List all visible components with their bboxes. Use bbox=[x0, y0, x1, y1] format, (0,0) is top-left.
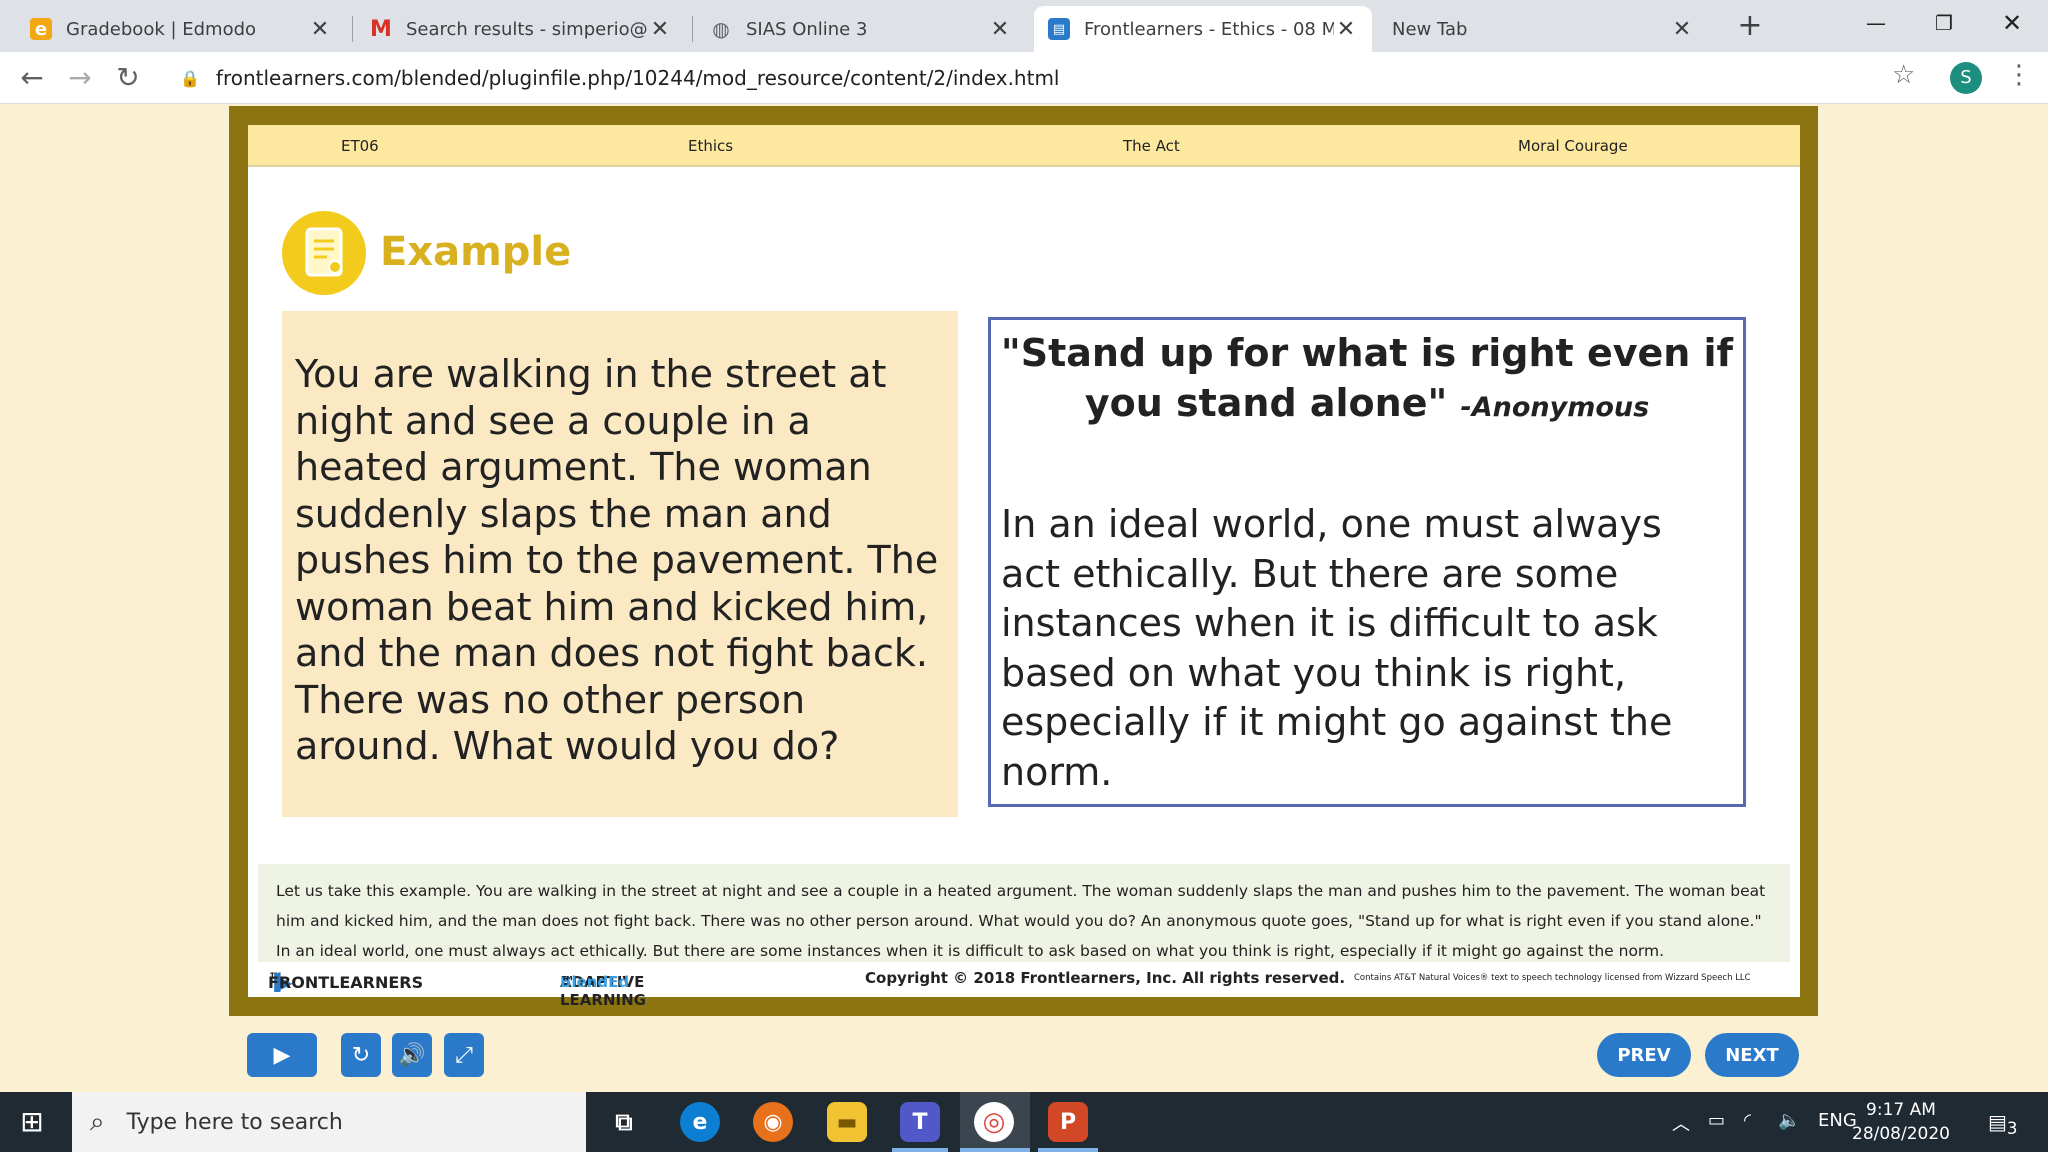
nav-course-code: ET06 bbox=[341, 137, 379, 155]
chrome-icon[interactable]: ◎ bbox=[974, 1102, 1014, 1142]
back-arrow-icon[interactable]: ← bbox=[12, 58, 52, 98]
player-controls: ▶ ↻ 🔊 ⤢ PREV NEXT bbox=[247, 1033, 1799, 1077]
speaker-icon: 🔊 bbox=[398, 1042, 426, 1068]
narration-transcript: Let us take this example. You are walkin… bbox=[258, 864, 1790, 962]
taskbar-search[interactable]: ⌕ Type here to search bbox=[72, 1092, 586, 1152]
browser-tab-strip: e Gradebook | Edmodo ✕ M Search results … bbox=[0, 0, 2048, 52]
address-bar[interactable]: 🔒 frontlearners.com/blended/pluginfile.p… bbox=[180, 58, 1940, 98]
task-view-icon[interactable]: ⧉ bbox=[604, 1102, 644, 1142]
document-icon bbox=[282, 211, 366, 295]
edge-icon[interactable]: e bbox=[680, 1102, 720, 1142]
lesson-footer: ▐▶ FRONTLEARNERS ™ ADAPTIVE BlendEd ™ LEARN… bbox=[268, 969, 1751, 1009]
close-icon[interactable]: ✕ bbox=[308, 17, 332, 42]
footer-notice: Contains AT&T Natural Voices® text to sp… bbox=[1354, 973, 1751, 983]
nav-subject: Ethics bbox=[688, 137, 734, 155]
lesson-slide: ET06 Ethics The Act Moral Courage Exampl… bbox=[248, 125, 1800, 1009]
scenario-box: You are walking in the street at night a… bbox=[282, 311, 958, 817]
gmail-icon: M bbox=[370, 16, 392, 42]
close-icon[interactable]: ✕ bbox=[648, 17, 672, 42]
volume-icon[interactable]: 🔈 bbox=[1778, 1110, 1800, 1131]
powerpoint-icon[interactable]: P bbox=[1048, 1102, 1088, 1142]
restore-icon[interactable]: ❐ bbox=[1914, 0, 1974, 46]
browser-toolbar: ← → ↻ 🔒 frontlearners.com/blended/plugin… bbox=[0, 52, 2048, 104]
close-icon[interactable]: ✕ bbox=[1670, 17, 1694, 42]
section-title: Example bbox=[380, 229, 572, 275]
file-explorer-icon[interactable]: ▬ bbox=[827, 1102, 867, 1142]
profile-avatar[interactable]: S bbox=[1950, 62, 1982, 94]
kebab-menu-icon[interactable]: ⋮ bbox=[2006, 60, 2032, 90]
nav-lesson: Moral Courage bbox=[1518, 137, 1628, 155]
tray-chevron-icon[interactable]: ︿ bbox=[1672, 1110, 1690, 1136]
forward-arrow-icon[interactable]: → bbox=[60, 58, 100, 98]
tab-frontlearners[interactable]: ▤ Frontlearners - Ethics - 08 Mor ✕ bbox=[1034, 6, 1372, 52]
tab-new[interactable]: New Tab ✕ bbox=[1378, 6, 1708, 52]
close-icon[interactable]: ✕ bbox=[1334, 17, 1358, 42]
lock-icon: 🔒 bbox=[180, 68, 200, 88]
url-text: frontlearners.com/blended/pluginfile.php… bbox=[215, 66, 1060, 90]
next-button[interactable]: NEXT bbox=[1705, 1033, 1799, 1077]
new-tab-plus-icon[interactable]: + bbox=[1732, 8, 1768, 44]
expand-icon: ⤢ bbox=[455, 1042, 473, 1068]
wifi-icon[interactable]: ◜ bbox=[1744, 1110, 1751, 1131]
tab-sias[interactable]: ◍ SIAS Online 3 ✕ bbox=[696, 6, 1026, 52]
reload-icon[interactable]: ↻ bbox=[108, 58, 148, 98]
language-indicator[interactable]: ENG bbox=[1818, 1110, 1857, 1131]
volume-button[interactable]: 🔊 bbox=[392, 1033, 432, 1077]
tab-gmail[interactable]: M Search results - simperio@spu ✕ bbox=[356, 6, 686, 52]
edmodo-icon: e bbox=[30, 18, 52, 40]
explanation-text: In an ideal world, one must always act e… bbox=[1001, 502, 1673, 794]
frontlearners-icon: ▤ bbox=[1048, 18, 1070, 40]
frontlearners-logo: ▐▶ FRONTLEARNERS ™ bbox=[268, 969, 424, 992]
footer-copyright: Copyright © 2018 Frontlearners, Inc. All… bbox=[865, 969, 1346, 987]
quote-author: -Anonymous bbox=[1460, 392, 1650, 423]
nav-topic: The Act bbox=[1123, 137, 1180, 155]
windows-taskbar: ⊞ ⌕ Type here to search ⧉ e ◉ ▬ T ◎ P ︿ … bbox=[0, 1092, 2048, 1152]
window-close-icon[interactable]: ✕ bbox=[1982, 0, 2042, 46]
prev-button[interactable]: PREV bbox=[1597, 1033, 1691, 1077]
battery-icon[interactable]: ▭ bbox=[1708, 1110, 1725, 1131]
play-button[interactable]: ▶ bbox=[247, 1033, 317, 1077]
tab-edmodo[interactable]: e Gradebook | Edmodo ✕ bbox=[16, 6, 346, 52]
search-icon: ⌕ bbox=[90, 1106, 105, 1137]
fullscreen-button[interactable]: ⤢ bbox=[444, 1033, 484, 1077]
quote-box: "Stand up for what is right even if you … bbox=[988, 317, 1746, 807]
taskbar-clock[interactable]: 9:17 AM 28/08/2020 bbox=[1852, 1098, 1950, 1146]
globe-icon: ◍ bbox=[712, 17, 730, 41]
bookmark-star-icon[interactable]: ☆ bbox=[1892, 60, 1915, 90]
quote-text: "Stand up for what is right even if you … bbox=[1000, 331, 1734, 425]
windows-start-icon[interactable]: ⊞ bbox=[16, 1106, 48, 1138]
close-icon[interactable]: ✕ bbox=[988, 17, 1012, 42]
replay-button[interactable]: ↻ bbox=[341, 1033, 381, 1077]
notification-icon: ▤ bbox=[1988, 1110, 2007, 1134]
minimize-icon[interactable]: — bbox=[1846, 0, 1906, 46]
lesson-breadcrumb: ET06 Ethics The Act Moral Courage bbox=[248, 125, 1800, 167]
scenario-text: You are walking in the street at night a… bbox=[295, 352, 939, 768]
replay-icon: ↻ bbox=[351, 1042, 371, 1068]
notification-center[interactable]: ▤3 bbox=[1988, 1110, 2018, 1138]
play-icon: ▶ bbox=[273, 1042, 291, 1068]
search-placeholder: Type here to search bbox=[126, 1109, 343, 1135]
firefox-icon[interactable]: ◉ bbox=[753, 1102, 793, 1142]
teams-icon[interactable]: T bbox=[900, 1102, 940, 1142]
